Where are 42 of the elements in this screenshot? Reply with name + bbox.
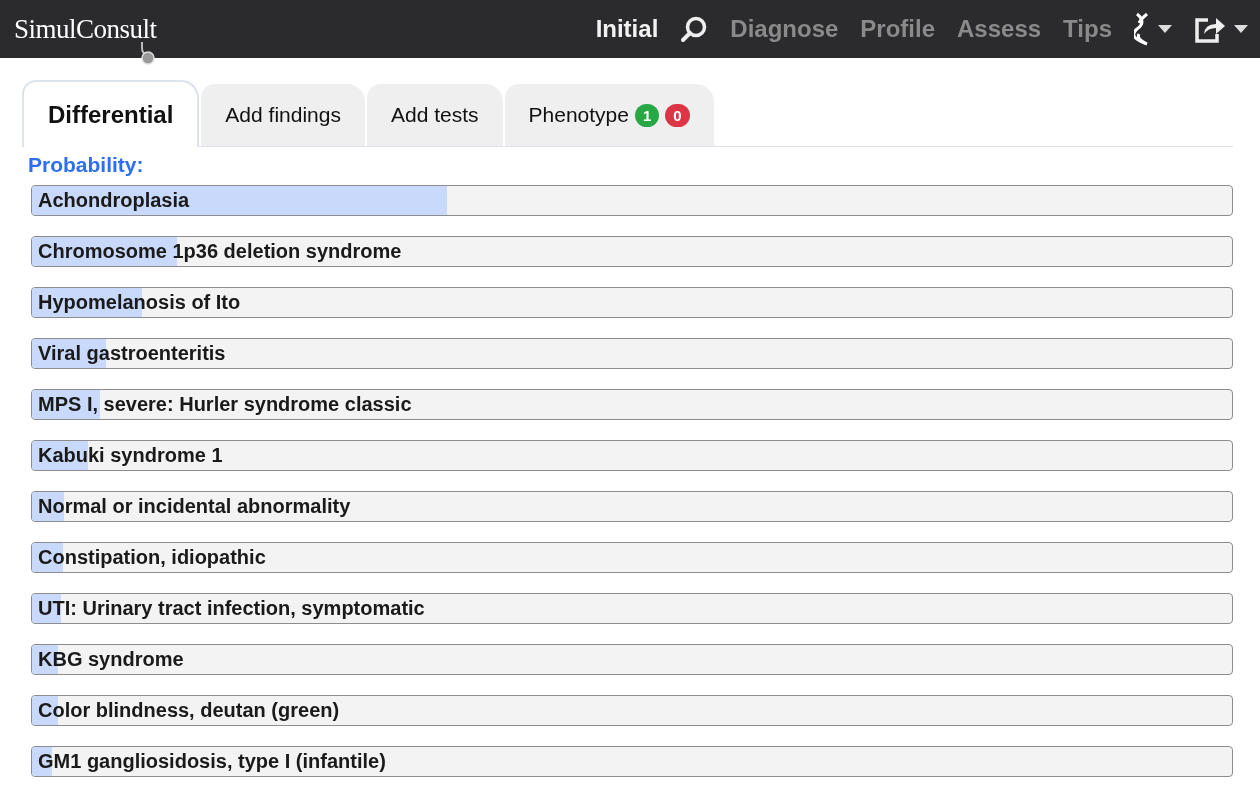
probability-heading: Probability:: [28, 153, 145, 177]
diagnosis-name: Normal or incidental abnormality: [37, 495, 351, 518]
probability-bar[interactable]: Achondroplasia: [31, 185, 1233, 216]
probability-bar[interactable]: UTI: Urinary tract infection, symptomatic: [31, 593, 1233, 624]
stethoscope-icon: [138, 41, 156, 66]
probability-bar[interactable]: Normal or incidental abnormality: [31, 491, 1233, 522]
probability-bar[interactable]: Viral gastroenteritis: [31, 338, 1233, 369]
tab[interactable]: Add tests: [366, 84, 503, 146]
probability-bar[interactable]: Hypomelanosis of Ito: [31, 287, 1233, 318]
tab[interactable]: Differential: [22, 80, 200, 147]
probability-bar[interactable]: Chromosome 1p36 deletion syndrome: [31, 236, 1233, 267]
dna-menu-button[interactable]: [1134, 12, 1172, 46]
tab[interactable]: Phenotype 1 0: [504, 84, 714, 146]
diagnosis-name: GM1 gangliosidosis, type I (infantile): [37, 750, 386, 773]
diagnosis-name: Achondroplasia: [37, 189, 190, 212]
probability-bar[interactable]: Kabuki syndrome 1: [31, 440, 1233, 471]
diagnosis-name: Hypomelanosis of Ito: [37, 291, 241, 314]
diagnosis-name: MPS I, severe: Hurler syndrome classic: [37, 393, 412, 416]
diagnosis-name: Viral gastroenteritis: [37, 342, 226, 365]
diagnosis-name: Chromosome 1p36 deletion syndrome: [37, 240, 402, 263]
diagnosis-name: Kabuki syndrome 1: [37, 444, 223, 467]
nav-link[interactable]: Profile: [860, 15, 935, 43]
nav-link[interactable]: Tips: [1063, 15, 1112, 43]
search-icon[interactable]: [680, 15, 709, 43]
diagnosis-name: KBG syndrome: [37, 648, 184, 671]
count-badge: 1: [634, 103, 660, 127]
caret-icon: [1234, 25, 1248, 33]
nav-link[interactable]: Diagnose: [730, 15, 839, 43]
probability-bar[interactable]: MPS I, severe: Hurler syndrome classic: [31, 389, 1233, 420]
logo-text: SimulConsult: [14, 13, 157, 45]
diagnosis-name: Color blindness, deutan (green): [37, 699, 340, 722]
diagnosis-name: UTI: Urinary tract infection, symptomatic: [37, 597, 425, 620]
probability-bar[interactable]: Color blindness, deutan (green): [31, 695, 1233, 726]
tab[interactable]: Add findings: [201, 84, 365, 146]
diagnosis-name: Constipation, idiopathic: [37, 546, 266, 569]
probability-bar[interactable]: Constipation, idiopathic: [31, 542, 1233, 573]
probability-bar[interactable]: KBG syndrome: [31, 644, 1233, 675]
caret-icon: [1158, 25, 1172, 33]
nav-link[interactable]: Initial: [595, 15, 659, 43]
count-badge: 0: [665, 103, 690, 127]
probability-bar[interactable]: GM1 gangliosidosis, type I (infantile): [31, 746, 1233, 777]
nav-link[interactable]: Assess: [957, 15, 1042, 43]
